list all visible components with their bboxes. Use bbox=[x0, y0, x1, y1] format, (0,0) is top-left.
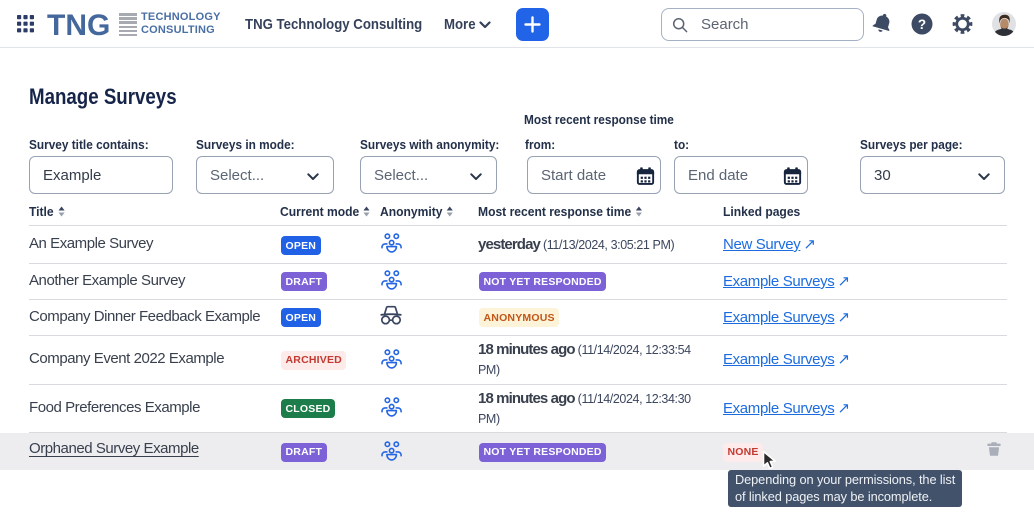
svg-text:?: ? bbox=[918, 17, 926, 32]
